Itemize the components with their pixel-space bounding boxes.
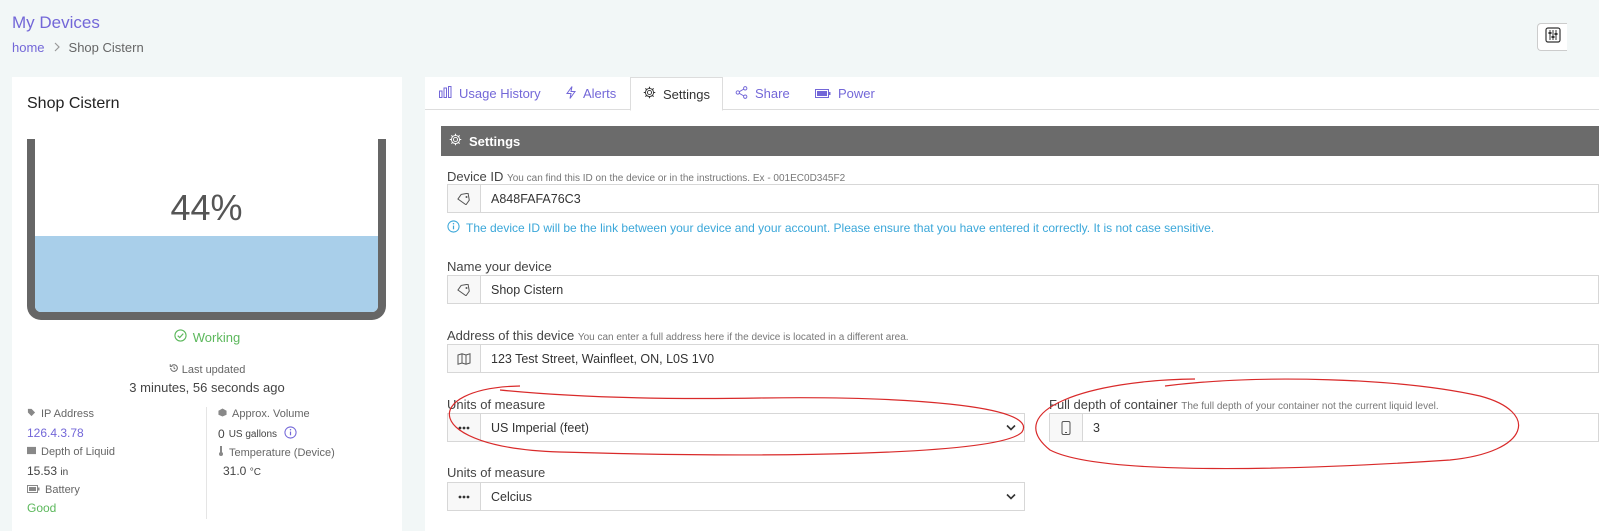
sliders-button[interactable] [1537, 23, 1567, 51]
address-field[interactable]: 123 Test Street, Wainfleet, ON, L0S 1V0 [447, 344, 1599, 373]
address-label: Address of this device You can enter a f… [447, 328, 909, 343]
depth-of-liquid-value: 15.53 in [27, 464, 69, 478]
device-name-value: Shop Cistern [491, 282, 564, 297]
tag-icon [448, 185, 481, 212]
battery-label: Battery [27, 484, 80, 496]
gear-icon [449, 133, 462, 149]
tab-power[interactable]: Power [803, 77, 887, 110]
temperature-units-label: Units of measure [447, 465, 546, 480]
bar-chart-icon [439, 86, 452, 101]
tab-share[interactable]: Share [723, 77, 802, 110]
ellipsis-icon [448, 483, 481, 510]
tank-gauge: 44% [27, 139, 386, 320]
device-name-label: Name your device [447, 259, 552, 274]
units-of-measure-value: US Imperial (feet) [491, 420, 589, 435]
battery-icon [27, 484, 40, 496]
settings-section-header: Settings [441, 126, 1599, 156]
tab-bar: Usage History Alerts Settings Share Powe… [425, 77, 1599, 111]
tank-level-percent: 44% [170, 187, 243, 228]
tag-icon [448, 276, 481, 303]
device-id-label: Device ID You can find this ID on the de… [447, 169, 846, 184]
temperature-label: Temperature (Device) [218, 446, 335, 459]
tank-level-fill [35, 235, 378, 312]
chevron-down-icon [1004, 493, 1018, 500]
tab-alerts[interactable]: Alerts [554, 77, 628, 110]
battery-value: Good [27, 501, 57, 515]
gear-icon [643, 86, 656, 102]
info-circle-icon[interactable] [284, 426, 297, 442]
ip-address-value[interactable]: 126.4.3.78 [27, 426, 84, 440]
last-updated-label: Last updated [12, 363, 402, 376]
breadcrumb: home Shop Cistern [12, 40, 144, 55]
temperature-units-select[interactable]: Celcius [447, 482, 1025, 511]
breadcrumb-current: Shop Cistern [68, 40, 144, 55]
chevron-right-icon [53, 41, 61, 55]
temperature-units-value: Celcius [491, 489, 532, 504]
sliders-icon [1544, 26, 1561, 48]
thermometer-icon [218, 446, 224, 459]
status-text: Working [192, 329, 241, 345]
depth-of-liquid-label: Depth of Liquid [27, 446, 115, 458]
device-id-field[interactable]: A848FAFA76C3 [447, 184, 1599, 213]
temperature-value: 31.0 °C [223, 464, 261, 478]
cube-icon [218, 408, 227, 420]
breadcrumb-home-link[interactable]: home [12, 40, 45, 55]
ruler-icon [27, 446, 36, 458]
settings-panel: Usage History Alerts Settings Share Powe… [425, 77, 1599, 531]
device-id-value: A848FAFA76C3 [491, 191, 581, 206]
stats-divider [206, 407, 207, 519]
ip-address-label: IP Address [27, 408, 94, 420]
share-icon [735, 85, 748, 102]
full-depth-label: Full depth of container The full depth o… [1049, 397, 1439, 412]
ellipsis-icon [448, 414, 481, 441]
bolt-icon [566, 85, 576, 102]
map-icon [448, 345, 481, 372]
status-badge: Working [12, 329, 402, 345]
approx-volume-label: Approx. Volume [218, 408, 310, 420]
battery-icon [815, 86, 831, 101]
units-of-measure-select[interactable]: US Imperial (feet) [447, 413, 1025, 442]
units-of-measure-label: Units of measure [447, 397, 546, 412]
full-depth-value: 3 [1093, 420, 1100, 435]
tab-settings[interactable]: Settings [630, 77, 723, 111]
history-icon [169, 364, 182, 376]
device-id-info: The device ID will be the link between y… [447, 220, 1214, 236]
device-name-field[interactable]: Shop Cistern [447, 275, 1599, 304]
page-title: My Devices [12, 13, 100, 32]
chevron-down-icon [1004, 424, 1018, 431]
tag-icon [27, 408, 36, 420]
phone-icon [1050, 414, 1083, 441]
approx-volume-value: 0 US gallons [218, 426, 297, 442]
tab-usage-history[interactable]: Usage History [427, 77, 553, 110]
device-name: Shop Cistern [27, 95, 120, 112]
full-depth-field[interactable]: 3 [1049, 413, 1599, 442]
device-card: Shop Cistern 44% Working Last updated 3 … [12, 77, 402, 531]
info-circle-icon [447, 220, 460, 236]
address-value: 123 Test Street, Wainfleet, ON, L0S 1V0 [491, 351, 715, 366]
last-updated-value: 3 minutes, 56 seconds ago [129, 380, 285, 395]
check-circle-icon [174, 329, 187, 345]
